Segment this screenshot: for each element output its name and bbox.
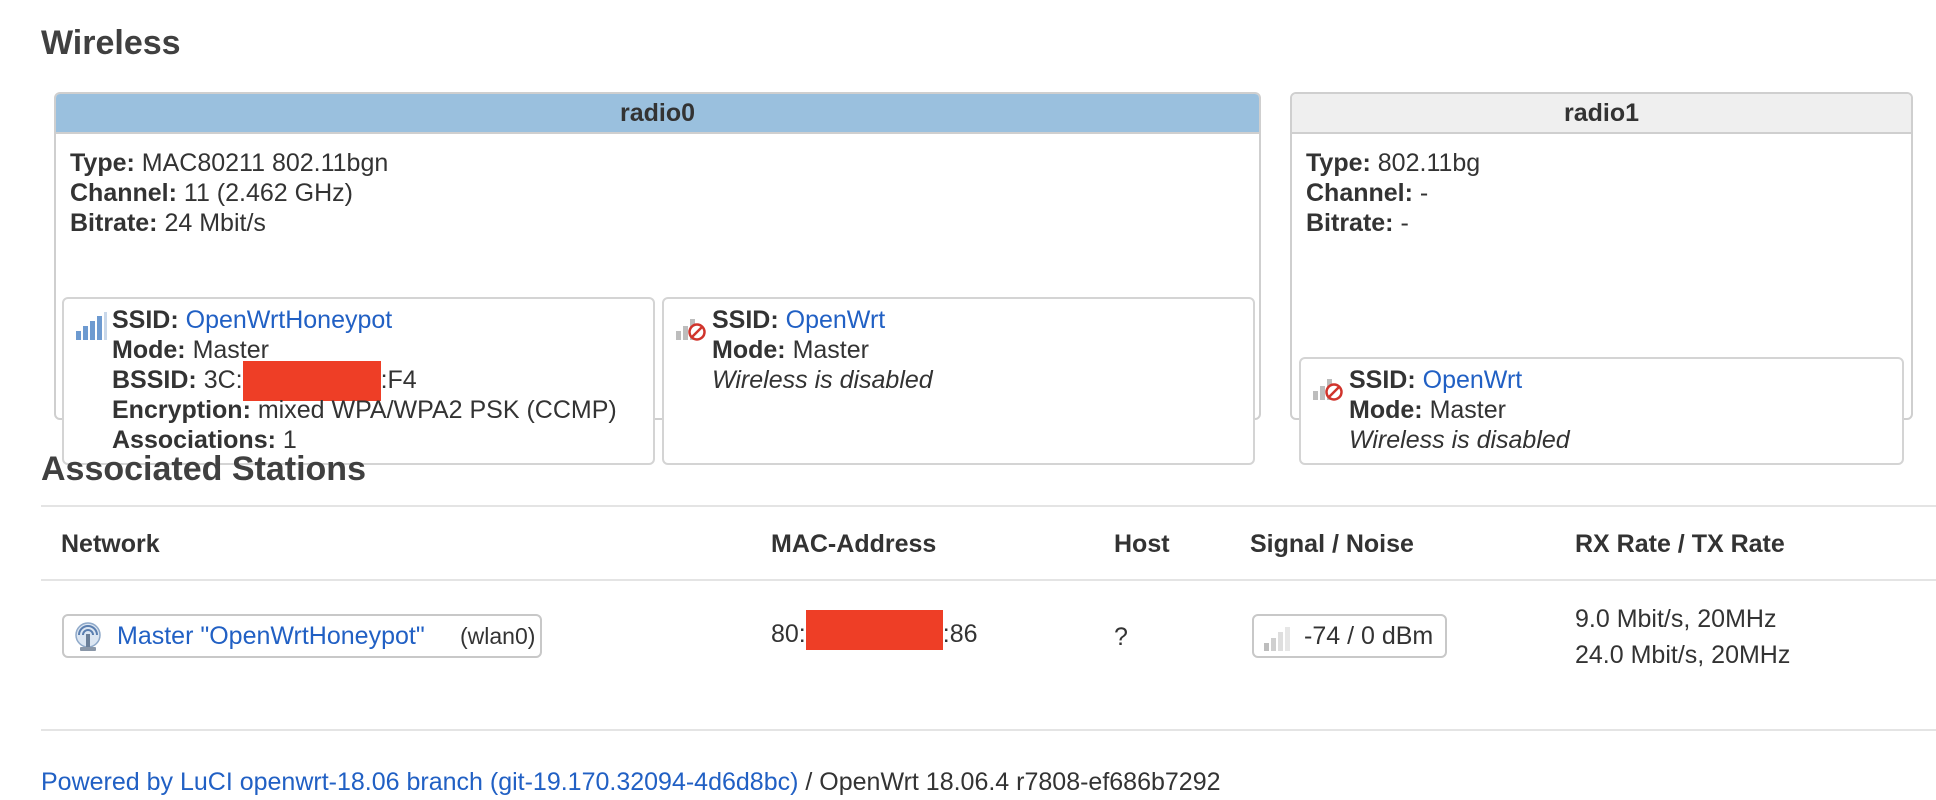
radio1-channel-label: Channel: bbox=[1306, 179, 1413, 207]
bssid-label: BSSID: bbox=[112, 366, 197, 394]
mac-prefix: 80: bbox=[771, 620, 806, 648]
host-value: ? bbox=[1114, 623, 1128, 651]
wifi-disabled-icon bbox=[674, 311, 708, 341]
radio1-network-openwrt: SSID: OpenWrt Mode: Master Wireless is d… bbox=[1299, 357, 1904, 465]
footer-separator: / bbox=[798, 768, 820, 796]
radio0-network-honeypot: SSID: OpenWrtHoneypot Mode: Master BSSID… bbox=[62, 297, 655, 465]
mode-label: Mode: bbox=[712, 336, 786, 364]
footer: Powered by LuCI openwrt-18.06 branch (gi… bbox=[41, 768, 1221, 797]
radio0-info: Type: MAC80211 802.11bgn Channel: 11 (2.… bbox=[70, 148, 388, 238]
radio0-channel-value: 11 (2.462 GHz) bbox=[183, 179, 353, 207]
tx-rate: 24.0 Mbit/s, 20MHz bbox=[1575, 641, 1791, 669]
radio1-bitrate-value: - bbox=[1400, 209, 1409, 237]
mac-address: 80: :86 bbox=[771, 610, 978, 651]
table-bottom-rule bbox=[41, 729, 1936, 731]
radio1-bitrate-label: Bitrate: bbox=[1306, 209, 1394, 237]
column-header-rx-tx-rate: RX Rate / TX Rate bbox=[1575, 530, 1785, 558]
ssid-label: SSID: bbox=[112, 306, 179, 334]
wifi-disabled-icon bbox=[1311, 371, 1345, 401]
radio0-type-label: Type: bbox=[70, 149, 135, 177]
footer-version: OpenWrt 18.06.4 r7808-ef686b7292 bbox=[819, 768, 1221, 796]
wireless-disabled-status: Wireless is disabled bbox=[712, 366, 933, 394]
radio0-type-value: MAC80211 802.11bgn bbox=[141, 149, 389, 177]
mac-redaction bbox=[805, 610, 943, 651]
radio0-bitrate-label: Bitrate: bbox=[70, 209, 158, 237]
column-header-signal-noise: Signal / Noise bbox=[1250, 530, 1414, 558]
radio0-header: radio0 bbox=[56, 94, 1259, 134]
ssid-link-openwrt[interactable]: OpenWrt bbox=[1423, 366, 1523, 394]
mode-label: Mode: bbox=[112, 336, 186, 364]
bssid-prefix: 3C: bbox=[203, 366, 243, 394]
encryption-label: Encryption: bbox=[112, 396, 251, 424]
column-header-host: Host bbox=[1114, 530, 1170, 558]
associated-stations-heading: Associated Stations bbox=[41, 450, 366, 488]
radio1-info: Type: 802.11bg Channel: - Bitrate: - bbox=[1306, 148, 1480, 238]
column-header-mac-address: MAC-Address bbox=[771, 530, 937, 558]
mode-value: Master bbox=[1429, 396, 1506, 424]
column-header-network: Network bbox=[61, 530, 160, 558]
ssid-label: SSID: bbox=[712, 306, 779, 334]
network-interface-name: (wlan0) bbox=[460, 623, 536, 649]
wireless-heading: Wireless bbox=[41, 24, 181, 62]
ssid-link-openwrthoneypot[interactable]: OpenWrtHoneypot bbox=[186, 306, 393, 334]
encryption-value: mixed WPA/WPA2 PSK (CCMP) bbox=[257, 396, 617, 424]
radio1-channel-value: - bbox=[1419, 179, 1429, 207]
signal-noise-badge: -74 / 0 dBm bbox=[1252, 614, 1447, 658]
signal-weak-icon bbox=[1262, 624, 1296, 652]
mode-label: Mode: bbox=[1349, 396, 1423, 424]
table-header-rule bbox=[41, 579, 1936, 581]
network-link-openwrthoneypot[interactable]: Master "OpenWrtHoneypot" bbox=[117, 616, 425, 656]
table-top-rule bbox=[41, 505, 1936, 507]
mac-suffix: :86 bbox=[942, 620, 978, 648]
mode-value: Master bbox=[792, 336, 869, 364]
signal-noise-value: -74 / 0 dBm bbox=[1304, 622, 1434, 650]
radio1-header: radio1 bbox=[1292, 94, 1911, 134]
network-interface-badge[interactable]: Master "OpenWrtHoneypot" (wlan0) bbox=[62, 614, 542, 658]
ssid-link-openwrt[interactable]: OpenWrt bbox=[786, 306, 886, 334]
radio1-type-label: Type: bbox=[1306, 149, 1371, 177]
radio0-channel-label: Channel: bbox=[70, 179, 177, 207]
signal-strength-icon bbox=[74, 311, 108, 341]
wifi-interface-icon bbox=[72, 622, 104, 652]
rx-rate: 9.0 Mbit/s, 20MHz bbox=[1575, 605, 1777, 633]
radio1-type-value: 802.11bg bbox=[1377, 149, 1481, 177]
wireless-disabled-status: Wireless is disabled bbox=[1349, 426, 1570, 454]
ssid-label: SSID: bbox=[1349, 366, 1416, 394]
radio0-network-openwrt: SSID: OpenWrt Mode: Master Wireless is d… bbox=[662, 297, 1255, 465]
bssid-suffix: :F4 bbox=[380, 366, 417, 394]
radio0-bitrate-value: 24 Mbit/s bbox=[164, 209, 266, 237]
footer-luci-link[interactable]: Powered by LuCI openwrt-18.06 branch (gi… bbox=[41, 768, 798, 796]
mode-value: Master bbox=[192, 336, 269, 364]
